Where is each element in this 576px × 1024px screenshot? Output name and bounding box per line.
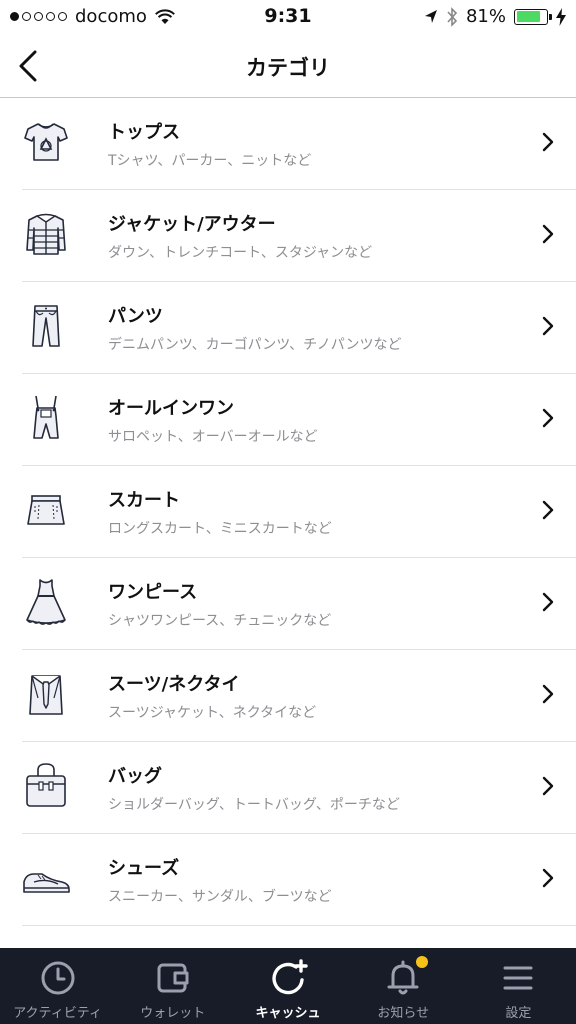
tab-label: アクティビティ <box>13 1006 102 1021</box>
tshirt-icon <box>24 123 68 161</box>
category-row-jacket[interactable]: ジャケット/アウター ダウン、トレンチコート、スタジャンなど <box>0 190 576 282</box>
category-name: バッグ <box>108 766 162 787</box>
category-description: ショルダーバッグ、トートバッグ、ポーチなど <box>108 797 400 813</box>
chevron-right-icon <box>542 776 554 796</box>
battery-level <box>516 11 540 22</box>
tab-label: 設定 <box>505 1006 532 1021</box>
chevron-right-icon <box>542 500 554 520</box>
chevron-right-icon <box>542 316 554 336</box>
category-description: デニムパンツ、カーゴパンツ、チノパンツなど <box>108 337 402 353</box>
category-name: オールインワン <box>108 398 234 419</box>
navigation-bar: カテゴリ <box>0 34 576 98</box>
jacket-icon <box>26 213 66 255</box>
category-row-suit-tie[interactable]: スーツ/ネクタイ スーツジャケット、ネクタイなど <box>0 650 576 742</box>
status-right: 81% <box>424 6 566 27</box>
category-name: パンツ <box>108 306 163 327</box>
category-row-all-in-one[interactable]: オールインワン サロペット、オーバーオールなど <box>0 374 576 466</box>
tab-bar: アクティビティ ウォレット キャッシュ お知らせ 設定 <box>0 948 576 1024</box>
charging-bolt-icon <box>556 7 566 26</box>
chevron-right-icon <box>542 224 554 244</box>
chevron-right-icon <box>542 408 554 428</box>
category-description: ダウン、トレンチコート、スタジャンなど <box>108 245 373 261</box>
chevron-right-icon <box>542 868 554 888</box>
bag-icon <box>26 763 66 807</box>
tab-label: お知らせ <box>377 1006 430 1021</box>
location-arrow-icon <box>424 9 437 23</box>
category-row-pants[interactable]: パンツ デニムパンツ、カーゴパンツ、チノパンツなど <box>0 282 576 374</box>
category-description: シャツワンピース、チュニックなど <box>108 613 332 629</box>
cash-refresh-plus-icon <box>272 959 308 995</box>
page-title: カテゴリ <box>246 56 330 80</box>
wallet-icon <box>157 963 189 993</box>
bluetooth-icon <box>447 6 458 27</box>
chevron-right-icon <box>542 132 554 152</box>
category-row-skirt[interactable]: スカート ロングスカート、ミニスカートなど <box>0 466 576 558</box>
chevron-right-icon <box>542 592 554 612</box>
chevron-right-icon <box>542 684 554 704</box>
category-list: トップス Tシャツ、パーカー、ニットなど ジャケット/アウター ダウン、トレンチ… <box>0 98 576 926</box>
category-name: スカート <box>108 490 180 511</box>
menu-icon <box>503 966 533 990</box>
category-description: Tシャツ、パーカー、ニットなど <box>108 153 312 169</box>
battery-percent: 81% <box>465 6 506 27</box>
category-description: スニーカー、サンダル、ブーツなど <box>108 889 332 905</box>
sneaker-icon <box>23 873 70 893</box>
overalls-icon <box>33 395 59 439</box>
category-name: ワンピース <box>108 582 198 603</box>
clock-icon <box>41 961 75 995</box>
category-row-one-piece[interactable]: ワンピース シャツワンピース、チュニックなど <box>0 558 576 650</box>
category-name: ジャケット/アウター <box>108 214 276 235</box>
category-name: シューズ <box>108 858 180 879</box>
category-description: サロペット、オーバーオールなど <box>108 429 318 445</box>
tab-cash[interactable]: キャッシュ <box>230 948 345 1024</box>
tab-notifications[interactable]: お知らせ <box>346 948 461 1024</box>
tab-settings[interactable]: 設定 <box>461 948 576 1024</box>
category-description: スーツジャケット、ネクタイなど <box>108 705 317 721</box>
tab-label: キャッシュ <box>255 1006 321 1021</box>
pants-icon <box>32 305 60 347</box>
notification-badge <box>415 956 428 968</box>
category-row-shoes[interactable]: シューズ スニーカー、サンダル、ブーツなど <box>0 834 576 926</box>
category-description: ロングスカート、ミニスカートなど <box>108 521 332 537</box>
tab-wallet[interactable]: ウォレット <box>115 948 230 1024</box>
tab-label: ウォレット <box>140 1006 206 1021</box>
suit-tie-icon <box>29 675 63 715</box>
battery-icon <box>514 8 552 25</box>
dress-icon <box>26 579 66 625</box>
category-name: トップス <box>108 122 180 143</box>
tab-activity[interactable]: アクティビティ <box>0 948 115 1024</box>
category-row-tops[interactable]: トップス Tシャツ、パーカー、ニットなど <box>0 98 576 190</box>
status-bar: docomo 9:31 81% <box>0 0 576 34</box>
skirt-icon <box>27 495 65 525</box>
category-name: スーツ/ネクタイ <box>108 674 240 695</box>
category-row-bag[interactable]: バッグ ショルダーバッグ、トートバッグ、ポーチなど <box>0 742 576 834</box>
